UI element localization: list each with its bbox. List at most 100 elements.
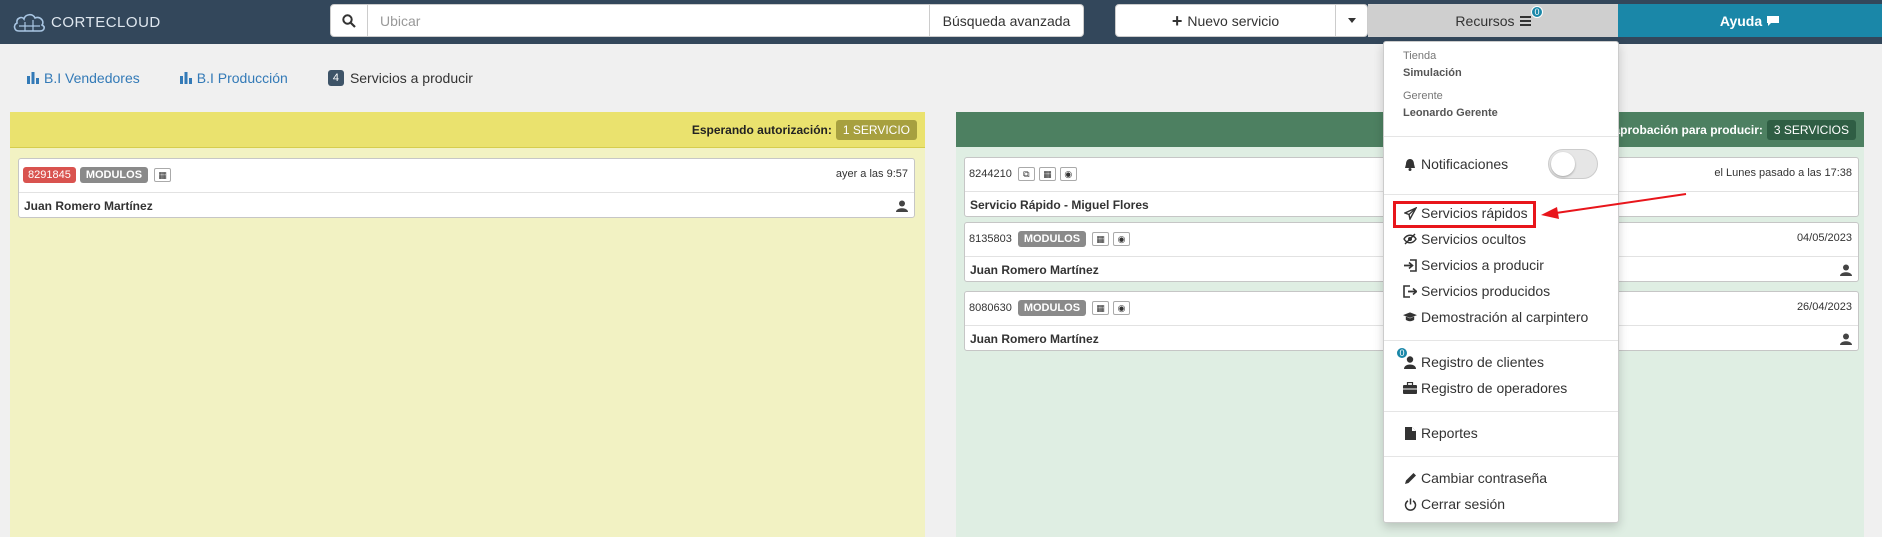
menu-item-registro-operadores[interactable]: Registro de operadores [1403,378,1567,398]
panel-header: Esperando autorización: 1 SERVICIO [10,112,925,148]
search-bar: Búsqueda avanzada [330,4,1084,37]
menu-item-label: Reportes [1421,425,1478,441]
service-code: 8244210 [969,168,1012,180]
modules-tag: MODULOS [79,167,149,183]
eye-slash-icon [1403,232,1417,246]
menu-item-label: Cambiar contraseña [1421,470,1548,486]
menu-item-label: Registro de operadores [1421,380,1568,396]
new-service-dropdown-toggle[interactable] [1336,4,1368,37]
resources-dropdown-menu: Tienda Simulación Gerente Leonardo Geren… [1383,41,1619,523]
service-code: 8135803 [969,233,1012,245]
qr-icon[interactable]: ▦ [154,168,172,182]
tab-label: B.I Producción [196,70,288,86]
notifications-label: Notificaciones [1421,156,1509,172]
clients-count-badge: 0 [1396,347,1408,359]
menu-divider [1384,136,1618,137]
service-card[interactable]: 8291845 MODULOS ▦ ayer a las 9:57 Juan R… [18,158,915,218]
menu-item-servicios-producidos[interactable]: Servicios producidos [1403,281,1550,301]
brand-logo[interactable]: CORTECLOUD [12,10,161,34]
copy-icon[interactable]: ⧉ [1017,167,1035,181]
sign-in-icon [1403,258,1417,272]
store-value: Simulación [1403,67,1462,79]
panel-title: aprobación para producir: [1613,122,1763,137]
help-label: Ayuda [1719,12,1763,29]
menu-item-reportes[interactable]: Reportes [1403,423,1478,443]
comment-icon [1767,15,1780,26]
manager-value: Leonardo Gerente [1403,107,1498,119]
notifications-item: Notificaciones [1403,154,1508,174]
menu-item-label: Servicios ocultos [1421,231,1527,247]
search-input[interactable] [368,4,930,37]
highlight-box [1393,201,1536,228]
service-date: el Lunes pasado a las 17:38 [1714,167,1852,179]
sign-out-icon [1403,284,1417,298]
tab-bi-produccion[interactable]: B.I Producción [179,70,288,86]
card-header: 8291845 MODULOS ▦ [23,166,910,184]
advanced-search-button[interactable]: Búsqueda avanzada [930,4,1084,37]
menu-divider [1384,411,1618,412]
menu-item-label: Servicios a producir [1421,257,1544,273]
menu-item-label: Demostración al carpintero [1421,309,1589,325]
plus-icon: + [1171,10,1183,31]
service-code-badge: 8291845 [23,167,76,183]
qr-icon[interactable]: ▦ [1092,301,1110,315]
pencil-icon [1403,471,1417,485]
qr-icon[interactable]: ▦ [1092,232,1110,246]
resources-label: Recursos [1455,12,1515,29]
toggle-knob [1551,152,1575,176]
menu-item-registro-clientes[interactable]: Registro de clientes [1403,352,1544,372]
bar-chart-icon [27,72,39,84]
eye-slash-icon[interactable]: ◉ [1059,167,1077,181]
new-service-button[interactable]: + Nuevo servicio [1115,4,1336,37]
tab-label: Servicios a producir [349,70,473,86]
eye-slash-icon[interactable]: ◉ [1113,232,1131,246]
resources-count-badge: 0 [1531,6,1543,18]
help-button[interactable]: Ayuda [1618,4,1882,37]
waiting-authorization-panel: Esperando autorización: 1 SERVICIO 82918… [10,112,925,537]
service-date: 04/05/2023 [1796,232,1852,244]
menu-item-servicios-a-producir[interactable]: Servicios a producir [1403,255,1544,275]
top-navbar: CORTECLOUD Búsqueda avanzada + Nuevo ser… [0,0,1882,44]
bell-icon [1403,157,1417,171]
menu-item-label: Servicios producidos [1421,283,1551,299]
user-icon [1840,264,1852,276]
menu-item-demostracion[interactable]: Demostración al carpintero [1403,307,1588,327]
menu-item-cerrar-sesion[interactable]: Cerrar sesión [1403,494,1505,514]
service-date: ayer a las 9:57 [835,168,908,180]
panel-title: Esperando autorización: [691,122,832,137]
eye-slash-icon[interactable]: ◉ [1113,301,1131,315]
hamburger-icon [1519,15,1531,26]
search-button[interactable] [330,4,368,37]
bar-chart-icon [179,72,192,84]
panel-count-badge: 3 SERVICIOS [1766,119,1856,140]
menu-item-label: Registro de clientes [1421,354,1544,370]
tab-label: B.I Vendedores [44,70,140,86]
search-icon [342,13,356,28]
menu-item-label: Cerrar sesión [1421,496,1506,512]
brand-name: CORTECLOUD [51,13,161,31]
resources-menu-button[interactable]: Recursos [1368,4,1618,37]
file-icon [1403,426,1417,440]
service-date: 26/04/2023 [1796,301,1852,313]
menu-item-servicios-ocultos[interactable]: Servicios ocultos [1403,229,1526,249]
tab-servicios-a-producir[interactable]: 4 Servicios a producir [327,70,473,86]
cloud-icon [13,13,45,32]
store-label: Tienda [1403,50,1437,62]
service-code: 8080630 [969,302,1012,314]
modules-tag: MODULOS [1017,300,1087,316]
user-icon [896,200,908,212]
manager-label: Gerente [1403,90,1443,102]
graduation-cap-icon [1403,310,1417,324]
user-icon [1840,333,1852,345]
briefcase-icon [1403,381,1417,395]
menu-item-cambiar-contrasena[interactable]: Cambiar contraseña [1403,468,1547,488]
notifications-toggle[interactable] [1548,149,1598,179]
client-name: Juan Romero Martínez [19,192,914,218]
modules-tag: MODULOS [1017,231,1087,247]
qr-icon[interactable]: ▦ [1038,167,1056,181]
panel-count-badge: 1 SERVICIO [835,119,917,140]
tab-bi-vendedores[interactable]: B.I Vendedores [27,70,140,86]
menu-divider [1384,194,1618,195]
tab-count-badge: 4 [327,70,344,86]
menu-divider [1384,456,1618,457]
